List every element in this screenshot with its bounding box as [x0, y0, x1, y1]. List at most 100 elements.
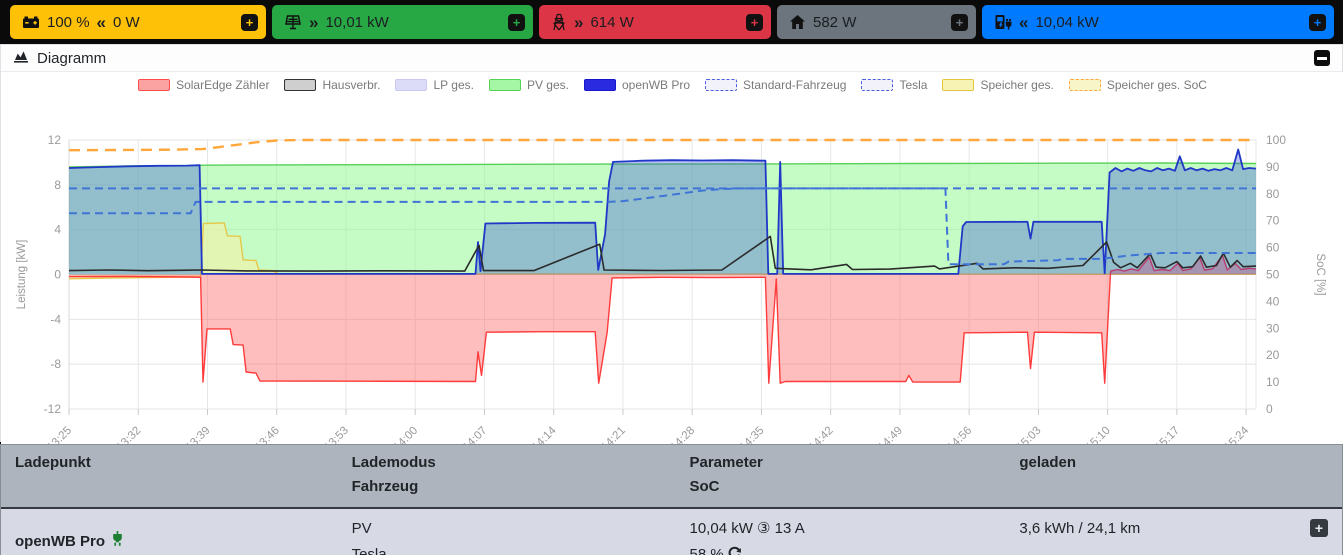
svg-text:-12: -12	[44, 402, 62, 416]
svg-text:0: 0	[1266, 402, 1273, 416]
refresh-soc-icon[interactable]	[727, 546, 742, 555]
expand-badge-button-grid[interactable]: +	[746, 13, 763, 31]
svg-text:13:53: 13:53	[322, 425, 351, 444]
chart-area: SolarEdge Zähler Hausverbr. LP ges. PV ges.…	[1, 72, 1343, 444]
chargepoint-name-cell: openWB Pro	[1, 509, 338, 555]
header-parameter: Parameter	[689, 454, 763, 471]
arrow-right-icon: »	[309, 12, 319, 32]
app-frame: 100 % « 0 W + » 10,01 kW + » 614 W +582 W + « 10,04 …	[0, 0, 1343, 555]
mode-vehicle-cell: PV Tesla	[338, 509, 676, 555]
svg-text:14:56: 14:56	[945, 425, 974, 444]
legend-item-0[interactable]: SolarEdge Zähler	[138, 78, 269, 92]
badge-value: 0 W	[113, 13, 140, 31]
svg-text:13:46: 13:46	[253, 425, 282, 444]
lademodus-value: PV	[351, 520, 372, 537]
legend-swatch	[1068, 79, 1101, 91]
solar-panel-icon	[284, 14, 302, 30]
fahrzeug-value: Tesla	[351, 546, 387, 555]
expand-badge-button-pv[interactable]: +	[508, 13, 525, 31]
svg-text:15:03: 15:03	[1015, 425, 1044, 444]
svg-text:12: 12	[48, 133, 62, 147]
svg-text:50: 50	[1266, 268, 1280, 282]
chargepoint-table: Ladepunkt Lademodus Fahrzeug Parameter S…	[0, 444, 1343, 555]
legend-swatch	[705, 79, 738, 91]
current-value: 13 A	[774, 520, 805, 537]
legend-item-3[interactable]: PV ges.	[488, 78, 569, 92]
house-icon	[789, 14, 806, 30]
chart-canvas: 13:25 13:32 13:39 13:46 13:53 14:00 14:07 14:14…	[16, 133, 1326, 444]
legend-item-7[interactable]: Speicher ges.	[942, 78, 1054, 92]
svg-text:13:32: 13:32	[115, 425, 144, 444]
collapse-diagram-button[interactable]	[1314, 50, 1330, 66]
svg-text:15:24: 15:24	[1222, 424, 1251, 444]
svg-text:4: 4	[54, 223, 61, 237]
svg-text:14:42: 14:42	[807, 425, 836, 444]
legend-label: openWB Pro	[622, 78, 691, 92]
svg-text:14:14: 14:14	[530, 424, 559, 444]
svg-text:13:39: 13:39	[184, 425, 213, 444]
legend-label: SolarEdge Zähler	[176, 78, 270, 92]
status-badge-pv[interactable]: » 10,01 kW +	[272, 5, 533, 39]
legend-item-8[interactable]: Speicher ges. SoC	[1068, 78, 1207, 92]
header-lademodus: Lademodus	[351, 454, 436, 471]
legend-item-4[interactable]: openWB Pro	[584, 78, 690, 92]
expand-chargepoint-button[interactable]: +	[1309, 519, 1328, 537]
svg-text:-8: -8	[50, 357, 61, 371]
svg-text:80: 80	[1266, 187, 1280, 201]
badge-value: 582 W	[813, 13, 857, 31]
legend-item-5[interactable]: Standard-Fahrzeug	[705, 78, 846, 92]
charging-station-icon	[994, 14, 1012, 30]
svg-text:40: 40	[1266, 294, 1280, 308]
header-fahrzeug: Fahrzeug	[351, 478, 419, 495]
status-badge-house[interactable]: 582 W +	[777, 5, 976, 39]
svg-text:14:07: 14:07	[461, 425, 490, 444]
header-parameter-soc: Parameter SoC	[676, 445, 1006, 507]
legend-swatch	[861, 79, 894, 91]
svg-text:SoC [%]: SoC [%]	[1314, 253, 1326, 295]
legend-item-1[interactable]: Hausverbr.	[284, 78, 380, 92]
chart-legend: SolarEdge Zähler Hausverbr. LP ges. PV ges.…	[1, 78, 1343, 92]
svg-text:13:25: 13:25	[45, 425, 74, 444]
legend-label: LP ges.	[433, 78, 474, 92]
expand-badge-button-battery[interactable]: +	[241, 13, 258, 31]
power-value: 10,04 kW	[689, 520, 753, 537]
svg-text:30: 30	[1266, 321, 1280, 335]
legend-swatch	[284, 79, 317, 91]
svg-text:90: 90	[1266, 160, 1280, 174]
expand-badge-button-house[interactable]: +	[951, 13, 968, 31]
legend-label: Speicher ges.	[980, 78, 1054, 92]
header-geladen: geladen	[1019, 454, 1077, 471]
area-chart-icon	[13, 48, 29, 69]
badge-value: 10,04 kW	[1035, 13, 1099, 31]
soc-value: 58 %	[689, 546, 724, 555]
arrow-right-icon: »	[574, 12, 584, 32]
table-row: openWB Pro PV Tesla 10,04 kW ③ 13 A 58 %…	[1, 509, 1342, 555]
svg-text:14:49: 14:49	[876, 425, 905, 444]
geladen-cell: 3,6 kWh / 24,1 km +	[1005, 509, 1342, 555]
status-badge-chargepoint[interactable]: « 10,04 kW +	[982, 5, 1334, 39]
status-badge-grid[interactable]: » 614 W +	[539, 5, 771, 39]
soc-value-line: 58 %	[690, 542, 992, 555]
parameter-soc-cell: 10,04 kW ③ 13 A 58 %	[676, 509, 1006, 555]
header-soc: SoC	[689, 478, 720, 495]
svg-text:14:21: 14:21	[599, 425, 628, 444]
diagram-panel-header: Diagramm	[1, 45, 1342, 72]
svg-text:0: 0	[54, 268, 61, 282]
legend-item-6[interactable]: Tesla	[861, 78, 927, 92]
legend-swatch	[584, 79, 616, 91]
svg-text:14:00: 14:00	[391, 425, 420, 444]
svg-text:-4: -4	[50, 312, 61, 326]
svg-text:10: 10	[1266, 375, 1280, 389]
car-battery-icon	[22, 14, 40, 30]
table-header-row: Ladepunkt Lademodus Fahrzeug Parameter S…	[1, 445, 1342, 509]
legend-item-2[interactable]: LP ges.	[395, 78, 474, 92]
header-lademodus-fahrzeug: Lademodus Fahrzeug	[338, 445, 676, 507]
arrow-left-icon: «	[96, 12, 107, 32]
legend-label: Standard-Fahrzeug	[743, 78, 847, 92]
legend-label: Tesla	[899, 78, 928, 92]
status-badge-battery[interactable]: 100 % « 0 W +	[10, 5, 266, 39]
legend-label: Hausverbr.	[322, 78, 381, 92]
legend-label: PV ges.	[526, 78, 569, 92]
svg-text:100: 100	[1266, 133, 1286, 147]
expand-badge-button-chargepoint[interactable]: +	[1309, 13, 1326, 31]
